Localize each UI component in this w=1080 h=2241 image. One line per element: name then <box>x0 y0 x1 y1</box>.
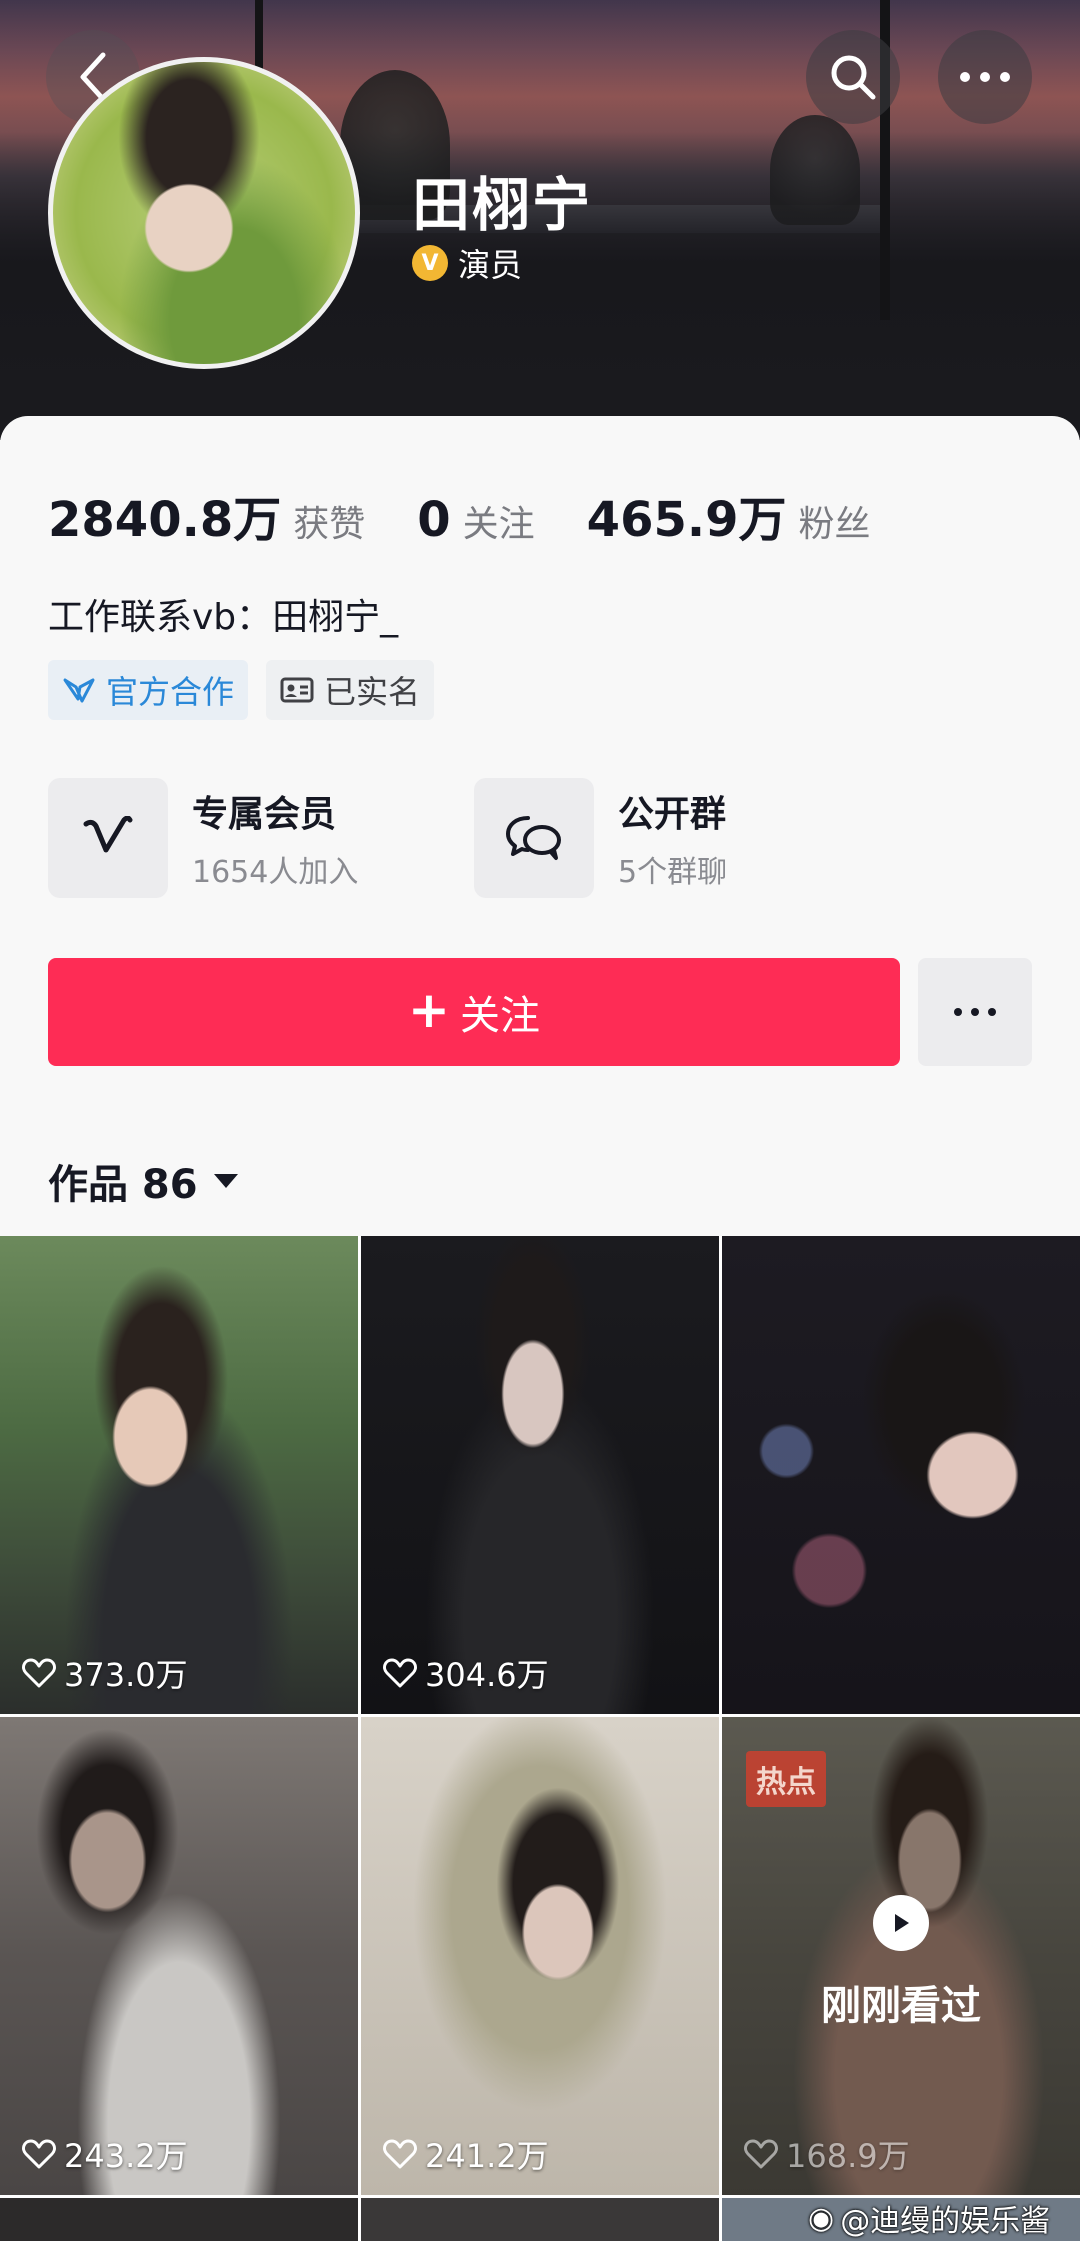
tag-label: 已实名 <box>324 673 421 711</box>
followers-count[interactable]: 465.9万 <box>587 480 787 550</box>
tag-label: 官方合作 <box>106 673 235 711</box>
just-watched-overlay: 刚刚看过 <box>722 1895 1080 2031</box>
hot-badge: 热点 <box>746 1751 826 1807</box>
verified-v-icon: V <box>412 245 448 281</box>
plus-icon: + <box>408 981 450 1039</box>
tag-official-cooperation[interactable]: 官方合作 <box>48 660 249 720</box>
like-count: 304.6万 <box>383 1650 549 1696</box>
follow-label: 关注 <box>459 993 540 1039</box>
profile-tags: 官方合作 已实名 <box>48 660 435 720</box>
works-tab[interactable]: 作品 86 <box>48 1152 238 1210</box>
membership-v-icon <box>83 816 133 853</box>
video-tile[interactable] <box>722 1236 1080 1714</box>
following-label: 关注 <box>462 504 535 545</box>
avatar[interactable] <box>48 57 360 369</box>
video-tile[interactable]: 241.2万 <box>361 1717 719 2195</box>
public-group-entry[interactable]: 公开群 5个群聊 <box>474 778 727 898</box>
verification-row: V 演员 <box>412 240 522 286</box>
video-tile[interactable]: 304.6万 <box>361 1236 719 1714</box>
just-watched-label: 刚刚看过 <box>821 1983 981 2029</box>
video-tile[interactable]: 243.2万 <box>0 1717 358 2195</box>
video-grid: 373.0万 304.6万 243.2万 241.2万 热点 刚刚看过 168.… <box>0 1236 1080 2241</box>
group-title: 公开群 <box>618 794 727 835</box>
follow-more-button[interactable] <box>918 958 1032 1066</box>
like-count-text: 304.6万 <box>425 1656 549 1694</box>
watermark-text: @迪缦的娱乐酱 <box>840 2204 1051 2239</box>
watermark: ◉ @迪缦的娱乐酱 <box>808 2196 1050 2240</box>
heart-outline-icon <box>22 2139 56 2169</box>
tag-real-name[interactable]: 已实名 <box>266 660 435 720</box>
weibo-logo-icon: ◉ <box>808 2200 835 2236</box>
play-icon <box>873 1895 929 1951</box>
membership-subtitle: 1654人加入 <box>192 855 359 890</box>
video-tile[interactable]: 373.0万 <box>0 1236 358 1714</box>
exclusive-membership-entry[interactable]: 专属会员 1654人加入 <box>48 778 358 898</box>
membership-icon-box <box>48 778 168 898</box>
more-horizontal-icon <box>960 72 1010 82</box>
like-count-text: 243.2万 <box>64 2137 188 2175</box>
id-card-icon <box>280 677 314 703</box>
verification-label: 演员 <box>458 246 523 284</box>
cooperation-icon <box>63 678 95 703</box>
followers-label: 粉丝 <box>798 504 871 545</box>
likes-label: 获赞 <box>293 504 366 545</box>
group-chat-icon <box>506 816 561 860</box>
like-count: 373.0万 <box>22 1650 188 1696</box>
bio-text: 工作联系vb：田栩宁_ <box>48 597 399 638</box>
search-button[interactable] <box>806 30 900 124</box>
heart-outline-icon <box>22 1658 56 1688</box>
heart-outline-icon <box>383 2139 417 2169</box>
video-tile[interactable] <box>0 2198 358 2241</box>
video-tile-recently-watched[interactable]: 热点 刚刚看过 168.9万 <box>722 1717 1080 2195</box>
like-count-text: 241.2万 <box>425 2137 549 2175</box>
caret-down-icon <box>213 1174 238 1188</box>
works-tab-label: 作品 86 <box>48 1162 198 1208</box>
like-count-text: 373.0万 <box>64 1656 188 1694</box>
feature-entries: 专属会员 1654人加入 公开群 5个群聊 <box>48 778 1048 902</box>
heart-outline-icon <box>383 1658 417 1688</box>
like-count-text: 168.9万 <box>786 2137 910 2175</box>
more-horizontal-icon <box>954 1008 996 1016</box>
heart-outline-icon <box>744 2139 778 2169</box>
following-count[interactable]: 0 <box>417 492 450 548</box>
follow-button[interactable]: + 关注 <box>48 958 900 1066</box>
more-options-button[interactable] <box>938 30 1032 124</box>
like-count: 168.9万 <box>744 2131 910 2177</box>
like-count: 243.2万 <box>22 2131 188 2177</box>
membership-title: 专属会员 <box>192 794 337 835</box>
group-subtitle: 5个群聊 <box>618 855 728 890</box>
search-icon <box>831 55 876 100</box>
video-tile[interactable] <box>361 2198 719 2241</box>
cover-decoration <box>770 115 860 225</box>
like-count: 241.2万 <box>383 2131 549 2177</box>
group-icon-box <box>474 778 594 898</box>
profile-name: 田栩宁 <box>412 171 593 239</box>
profile-info-card: 2840.8万 获赞 0 关注 465.9万 粉丝 工作联系vb：田栩宁_ 官方… <box>0 416 1080 1236</box>
stats-row: 2840.8万 获赞 0 关注 465.9万 粉丝 <box>48 480 871 550</box>
likes-count[interactable]: 2840.8万 <box>48 480 281 550</box>
